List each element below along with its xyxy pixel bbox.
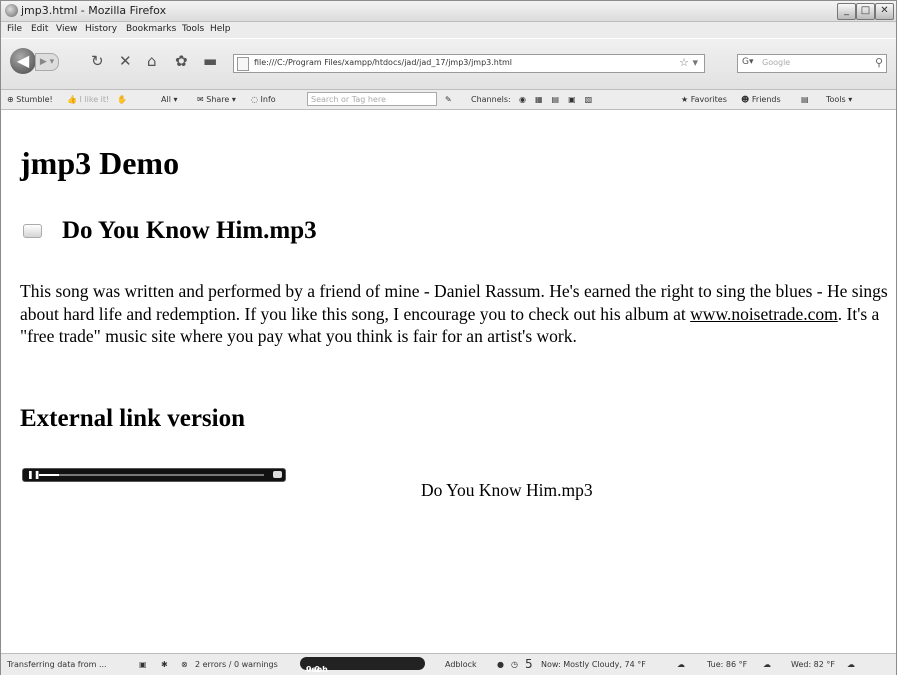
channel-icons[interactable]: ◉▦▤▣▧ bbox=[519, 95, 601, 104]
stumbleupon-toolbar: ⊕ Stumble! 👍 I like it! ✋ All ▾ ✉ Share … bbox=[1, 90, 896, 110]
minimize-button[interactable]: _ bbox=[837, 3, 856, 20]
stumble-label: Stumble! bbox=[16, 95, 53, 104]
external-heading: External link version bbox=[20, 405, 246, 432]
cloud-icon: ☁ bbox=[847, 660, 855, 669]
tools-dropdown[interactable]: Tools ▾ bbox=[826, 95, 852, 104]
menu-file[interactable]: File bbox=[7, 24, 22, 34]
menu-edit[interactable]: Edit bbox=[31, 24, 48, 34]
song-title: Do You Know Him.mp3 bbox=[62, 217, 317, 244]
all-dropdown[interactable]: All ▾ bbox=[161, 95, 177, 104]
url-bar[interactable]: file:///C:/Program Files/xampp/htdocs/ja… bbox=[233, 54, 705, 73]
error-count[interactable]: 2 errors / 0 warnings bbox=[195, 660, 278, 669]
feed-icon[interactable]: ▬ bbox=[203, 52, 217, 70]
volume-icon[interactable] bbox=[273, 471, 282, 478]
tag-search-input[interactable]: Search or Tag here bbox=[307, 92, 437, 106]
browser-window: jmp3.html - Mozilla Firefox _ □ ✕ File E… bbox=[0, 0, 897, 675]
info-label: Info bbox=[260, 95, 276, 104]
menu-view[interactable]: View bbox=[56, 24, 77, 34]
favorites-label: Favorites bbox=[690, 95, 727, 104]
like-label: I like it! bbox=[79, 95, 110, 104]
song-description: This song was written and performed by a… bbox=[20, 280, 897, 348]
search-box[interactable]: G▾ Google ⚲ bbox=[737, 54, 887, 73]
page-icon bbox=[237, 57, 249, 71]
home-icon[interactable]: ⌂ bbox=[147, 52, 157, 70]
dislike-icon[interactable]: ✋ bbox=[117, 95, 127, 104]
title-bar: jmp3.html - Mozilla Firefox _ □ ✕ bbox=[1, 1, 896, 22]
status-icon[interactable]: ▣ bbox=[139, 660, 147, 669]
bookmark-star-icon[interactable]: ☆ ▾ bbox=[679, 56, 698, 69]
google-icon[interactable]: G▾ bbox=[742, 57, 754, 67]
like-button[interactable]: 👍 I like it! bbox=[67, 95, 109, 104]
weather-wed: Wed: 82 °F bbox=[791, 660, 836, 669]
list-icon[interactable]: ▤ bbox=[801, 95, 809, 104]
stop-icon[interactable]: ✕ bbox=[119, 52, 132, 70]
menu-bar: File Edit View History Bookmarks Tools H… bbox=[1, 22, 896, 38]
menu-history[interactable]: History bbox=[85, 24, 117, 34]
page-heading: jmp3 Demo bbox=[20, 145, 180, 181]
share-label: Share ▾ bbox=[206, 95, 236, 104]
favorites-button[interactable]: ★ Favorites bbox=[681, 95, 727, 104]
maximize-button[interactable]: □ bbox=[856, 3, 875, 20]
window-title: jmp3.html - Mozilla Firefox bbox=[21, 4, 167, 17]
page-content: jmp3 Demo Do You Know Him.mp3 This song … bbox=[9, 110, 896, 652]
menu-tools[interactable]: Tools bbox=[182, 24, 204, 34]
seek-progress bbox=[39, 474, 60, 476]
reload-icon[interactable]: ↻ bbox=[91, 52, 104, 70]
status-bar: Transferring data from ... ▣ ✱ ⊗ 2 error… bbox=[1, 653, 896, 675]
weather-now: Now: Mostly Cloudy, 74 °F bbox=[541, 660, 646, 669]
addon-icon[interactable]: ✿ bbox=[175, 52, 188, 70]
veoh-widget[interactable]: veoh 0 0 bbox=[300, 657, 425, 674]
channels-label: Channels: bbox=[471, 95, 511, 104]
friends-label: Friends bbox=[751, 95, 781, 104]
search-icon[interactable]: ⚲ bbox=[875, 56, 883, 69]
navigation-toolbar: ◀ ▶ ▾ ↻ ✕ ⌂ ✿ ▬ file:///C:/Program Files… bbox=[1, 39, 896, 90]
adblock-label[interactable]: Adblock bbox=[445, 660, 477, 669]
firebug-icon[interactable]: ✱ bbox=[161, 660, 168, 669]
cloud-icon: ☁ bbox=[677, 660, 685, 669]
count-badge: 5 bbox=[525, 657, 533, 671]
player-track-name: Do You Know Him.mp3 bbox=[421, 480, 593, 500]
cloud-icon: ☁ bbox=[763, 660, 771, 669]
mp3-player[interactable]: ❚❚ bbox=[22, 468, 286, 482]
noisetrade-link[interactable]: www.noisetrade.com bbox=[690, 304, 838, 324]
clock-icon[interactable]: ◷ bbox=[511, 660, 518, 669]
menu-help[interactable]: Help bbox=[210, 24, 231, 34]
forward-button[interactable]: ▶ ▾ bbox=[35, 53, 59, 71]
friends-button[interactable]: ☻ Friends bbox=[741, 95, 781, 104]
weather-tue: Tue: 86 °F bbox=[707, 660, 748, 669]
info-button[interactable]: ◌ Info bbox=[251, 95, 276, 104]
firefox-icon bbox=[5, 4, 18, 17]
record-icon[interactable]: ● bbox=[497, 660, 504, 669]
stumble-button[interactable]: ⊕ Stumble! bbox=[7, 95, 53, 104]
share-button[interactable]: ✉ Share ▾ bbox=[197, 95, 236, 104]
menu-bookmarks[interactable]: Bookmarks bbox=[126, 24, 176, 34]
close-button[interactable]: ✕ bbox=[875, 3, 894, 20]
url-text[interactable]: file:///C:/Program Files/xampp/htdocs/ja… bbox=[254, 58, 512, 67]
error-icon[interactable]: ⊗ bbox=[181, 660, 188, 669]
status-text: Transferring data from ... bbox=[7, 660, 107, 669]
play-song-button[interactable] bbox=[23, 224, 42, 238]
veoh-counts: 0 0 bbox=[306, 665, 320, 674]
tag-icon[interactable]: ✎ bbox=[445, 95, 452, 104]
back-button[interactable]: ◀ bbox=[10, 48, 36, 74]
search-placeholder: Google bbox=[762, 58, 791, 67]
seek-bar[interactable] bbox=[39, 474, 264, 476]
